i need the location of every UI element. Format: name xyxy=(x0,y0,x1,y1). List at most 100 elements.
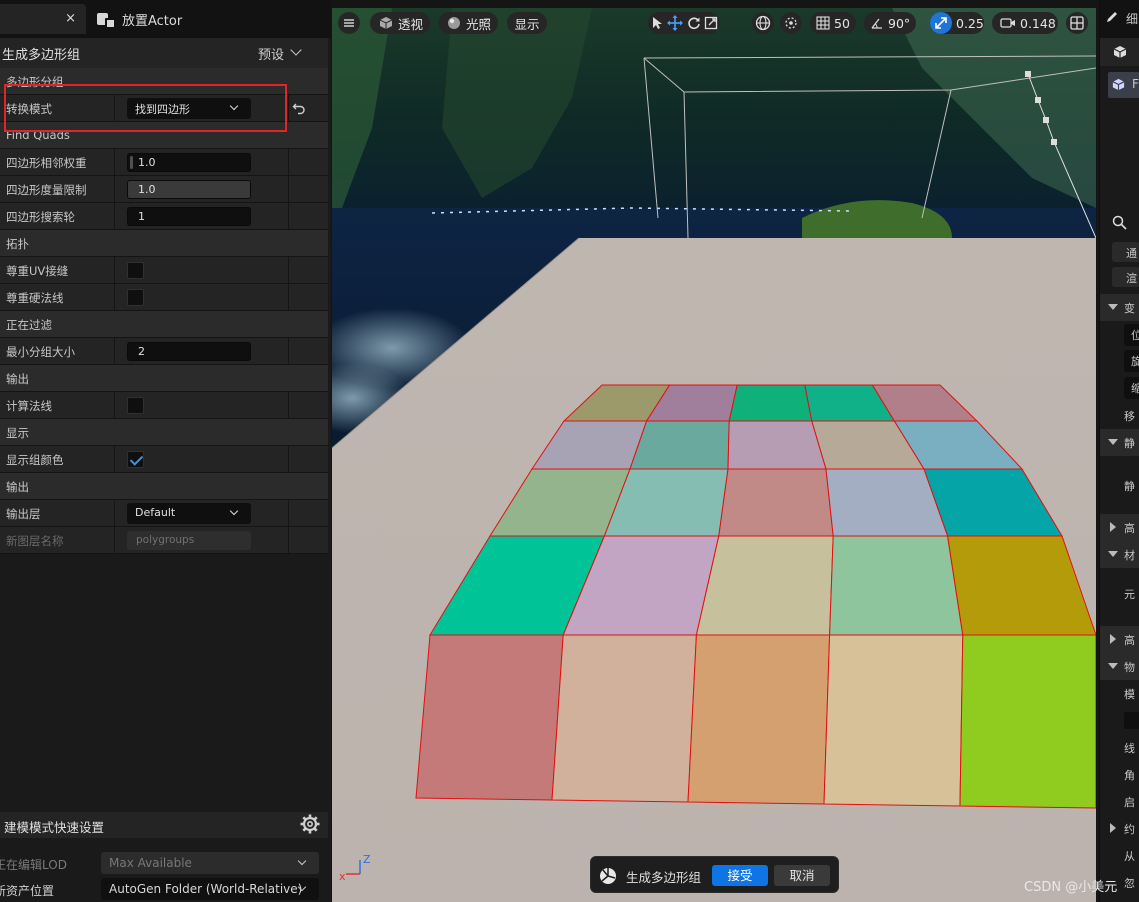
scale-snap-button[interactable]: 0.25 xyxy=(930,12,984,34)
property-row: 四边形度量限制 1.0 xyxy=(0,176,328,203)
polygroup-cell[interactable] xyxy=(687,634,831,805)
scale-icon[interactable] xyxy=(704,16,718,30)
selected-component-item[interactable]: F xyxy=(1108,72,1139,98)
column-divider xyxy=(114,500,115,526)
property-row: 最小分组大小 2 xyxy=(0,338,328,365)
globe-icon xyxy=(755,15,771,31)
column-divider xyxy=(288,176,289,202)
column-divider xyxy=(288,446,289,472)
rotation-snap-button[interactable]: 90° xyxy=(864,12,916,34)
world-local-toggle[interactable] xyxy=(752,12,774,34)
tab-place-actor-label: 放置Actor xyxy=(122,13,183,29)
property-section[interactable]: 输出 xyxy=(0,473,328,500)
section-materials[interactable]: 材 xyxy=(1100,541,1139,568)
details-tab-label[interactable]: 细 xyxy=(1126,10,1138,27)
perspective-button[interactable]: 透视 xyxy=(370,12,430,34)
column-divider xyxy=(288,338,289,364)
spline-point[interactable] xyxy=(1051,139,1057,145)
polygroup-cell[interactable] xyxy=(727,420,827,470)
property-section[interactable]: 正在过滤 xyxy=(0,311,328,338)
polygroup-cell[interactable] xyxy=(415,634,564,801)
number-input[interactable]: 1.0 xyxy=(127,153,251,172)
expand-icon xyxy=(1108,304,1118,310)
polygroup-cell[interactable] xyxy=(959,634,1096,809)
reset-to-default-icon[interactable] xyxy=(292,101,306,115)
asset-location-select[interactable]: AutoGen Folder (World-Relative) xyxy=(101,878,319,900)
polygroup-cell[interactable] xyxy=(829,535,964,636)
polygroup-cell[interactable] xyxy=(629,420,730,470)
polygroup-cell[interactable] xyxy=(823,634,964,807)
viewport-layout-button[interactable] xyxy=(1066,12,1088,34)
scale-label: 缩 xyxy=(1131,382,1139,395)
dropdown-select[interactable]: Default xyxy=(127,503,251,524)
accept-button[interactable]: 接受 xyxy=(712,865,768,886)
dropdown-value: 找到四边形 xyxy=(135,103,190,116)
property-label: 尊重硬法线 xyxy=(6,291,64,305)
checkbox[interactable] xyxy=(127,289,144,306)
property-section[interactable]: 输出 xyxy=(0,365,328,392)
lod-select[interactable]: Max Available xyxy=(101,852,319,874)
section-physics[interactable]: 物 xyxy=(1100,653,1139,680)
level-viewport[interactable]: x Z 透视 光照 显示 50 90° 0.25 0.148 生成多边形组 接受… xyxy=(332,8,1096,902)
linear-damping-label: 线 xyxy=(1124,742,1135,755)
chevron-down-icon xyxy=(229,506,239,516)
quick-settings-header[interactable]: 建模模式快速设置 xyxy=(0,812,328,838)
polygroup-cell[interactable] xyxy=(695,535,834,636)
spline-point[interactable] xyxy=(1035,97,1041,103)
section-advanced-2[interactable]: 高 xyxy=(1100,626,1139,653)
move-icon[interactable] xyxy=(667,15,684,31)
lighting-button[interactable]: 光照 xyxy=(438,12,498,34)
column-divider xyxy=(288,257,289,283)
camera-speed-button[interactable]: 0.148 xyxy=(992,12,1058,34)
checkbox[interactable] xyxy=(127,451,144,468)
property-row: 计算法线 xyxy=(0,392,328,419)
dropdown-select[interactable]: 找到四边形 xyxy=(127,98,251,119)
section-transform[interactable]: 变 xyxy=(1100,294,1139,321)
preset-button[interactable]: 预设 xyxy=(258,44,284,63)
grid-snap-button[interactable]: 50 xyxy=(810,12,856,34)
cancel-button[interactable]: 取消 xyxy=(774,865,830,886)
number-input[interactable]: 1 xyxy=(127,207,251,226)
location-dropdown[interactable]: 位 xyxy=(1124,324,1139,346)
section-constraints[interactable]: 约 xyxy=(1100,815,1139,842)
spline-point[interactable] xyxy=(1043,117,1049,123)
tab-place-actor[interactable]: 放置Actor xyxy=(92,4,222,34)
property-section[interactable]: 多边形分组 xyxy=(0,68,328,95)
simulate-checkbox[interactable] xyxy=(1124,712,1139,729)
checkbox[interactable] xyxy=(127,262,144,279)
viewport-scene[interactable]: x Z xyxy=(332,8,1096,902)
scale-dropdown[interactable]: 缩 xyxy=(1124,377,1139,399)
slider-handle[interactable] xyxy=(130,156,133,169)
filter-general[interactable]: 通 xyxy=(1112,242,1139,262)
polygroup-cell[interactable] xyxy=(551,634,697,803)
spline-point[interactable] xyxy=(1025,71,1031,77)
viewport-menu-button[interactable] xyxy=(338,12,360,34)
checkbox[interactable] xyxy=(127,397,144,414)
rotation-dropdown[interactable]: 旋 xyxy=(1124,350,1139,372)
property-section[interactable]: 拓扑 xyxy=(0,230,328,257)
property-label: 显示组颜色 xyxy=(6,453,64,467)
property-section[interactable]: Find Quads xyxy=(0,122,328,149)
number-input[interactable]: 2 xyxy=(127,342,251,361)
static-mesh-label: 静 xyxy=(1124,480,1135,493)
chevron-down-icon[interactable] xyxy=(290,44,302,56)
polygroup-cell[interactable] xyxy=(718,468,834,537)
number-input[interactable]: 1.0 xyxy=(127,180,251,199)
filter-rendering[interactable]: 渲 xyxy=(1112,267,1139,287)
tab-modeling[interactable]: × xyxy=(0,4,86,34)
property-label: 转换模式 xyxy=(6,102,52,116)
polygroup-cell[interactable] xyxy=(728,384,813,422)
surface-snap-toggle[interactable] xyxy=(780,12,802,34)
section-label: 静 xyxy=(1124,437,1135,450)
panel-tab-bar: × 放置Actor xyxy=(0,0,331,38)
property-section[interactable]: 显示 xyxy=(0,419,328,446)
gear-icon[interactable] xyxy=(300,814,320,834)
property-list: 多边形分组 转换模式 找到四边形 Find Quads 四边形相邻权重 1.0 四边形度量限… xyxy=(0,68,328,554)
section-static-mesh[interactable]: 静 xyxy=(1100,429,1139,456)
rotate-icon[interactable] xyxy=(687,16,701,30)
show-button[interactable]: 显示 xyxy=(507,12,547,34)
section-advanced[interactable]: 高 xyxy=(1100,514,1139,541)
select-arrow-icon[interactable] xyxy=(650,16,664,30)
details-search[interactable] xyxy=(1100,208,1139,238)
close-tab-icon[interactable]: × xyxy=(65,11,76,26)
